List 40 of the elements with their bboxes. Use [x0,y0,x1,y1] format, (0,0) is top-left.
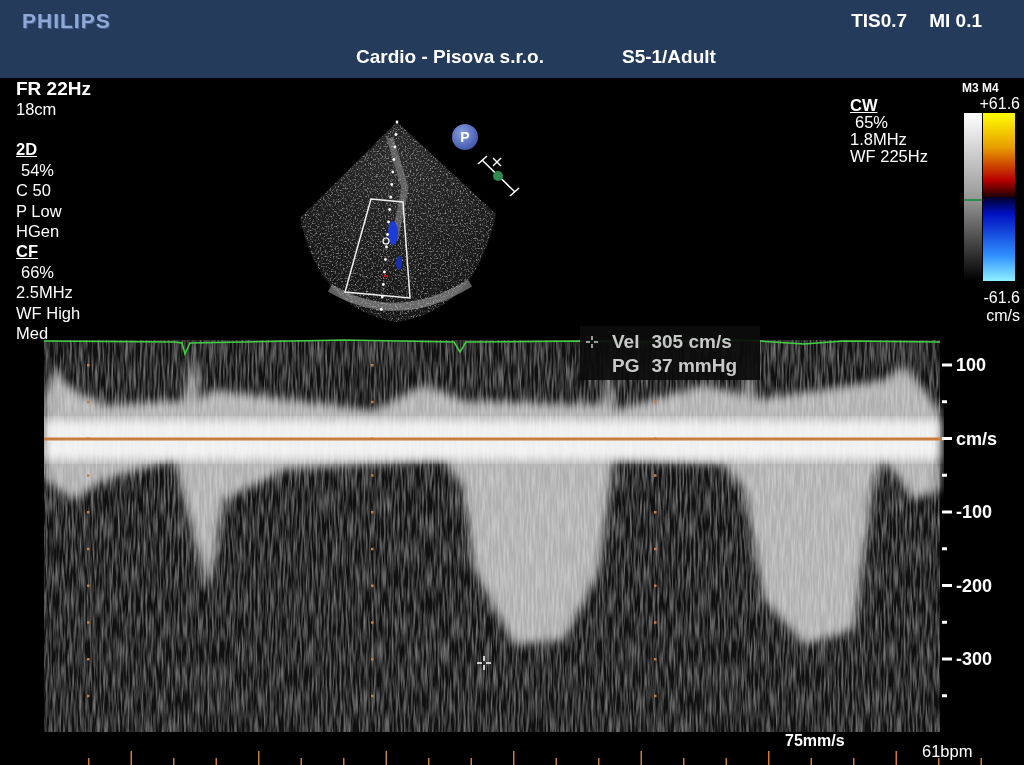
heart-rate: 61bpm [922,742,973,761]
focus-badge: P [452,124,478,150]
scale-max: +61.6 [979,95,1020,113]
mode-heading: 2D [16,139,38,160]
crosshair-icon [586,336,598,348]
mode-parameter: P Low [16,200,63,222]
velocity-scale-label: cm/s [956,427,998,450]
brand-logo: PHILIPS [22,9,111,33]
mode-parameter: 65% [854,114,890,131]
thermal-index: TIS0.7 [851,10,908,32]
mode-parameter: WF High [16,302,82,324]
velocity-scale-label: -200 [956,574,993,597]
steering-angle-icon [477,154,521,198]
mode-parameter: HGen [16,221,61,242]
institution-title: Cardio - Pisova s.r.o. [356,46,544,68]
mode-heading: CF [16,241,38,262]
gradient-value: 37 mmHg [651,354,737,378]
mode-heading: CW [850,97,878,114]
mode-parameter: 54% [20,159,56,181]
scale-unit: cm/s [986,307,1020,325]
scale-min: -61.6 [983,289,1020,307]
mode-parameter: 1.8MHz [850,131,908,148]
sweep-speed: 75mm/s [785,732,845,750]
depth: 18cm [16,99,58,120]
velocity-scale-label: -100 [956,501,993,523]
frame-rate: FR 22Hz [16,78,92,99]
mode-parameter: C 50 [16,180,52,201]
mode-parameter: Med [16,323,50,344]
velocity-value: 305 cm/s [651,330,733,354]
velocity-scale-label: -300 [956,648,993,670]
velocity-scale-label: 100 [956,354,987,376]
map-modes: M3 M4 [962,81,999,95]
mode-parameter: WF 225Hz [850,148,929,165]
mechanical-index: MI 0.1 [929,10,982,32]
mode-parameter: 2.5MHz [16,282,74,303]
velocity-label: Vel [612,330,640,354]
probe-preset: S5-1/Adult [621,46,716,68]
crosshair-icon [477,656,491,670]
mode-parameter: 66% [20,261,56,283]
gradient-label: PG [612,354,640,378]
